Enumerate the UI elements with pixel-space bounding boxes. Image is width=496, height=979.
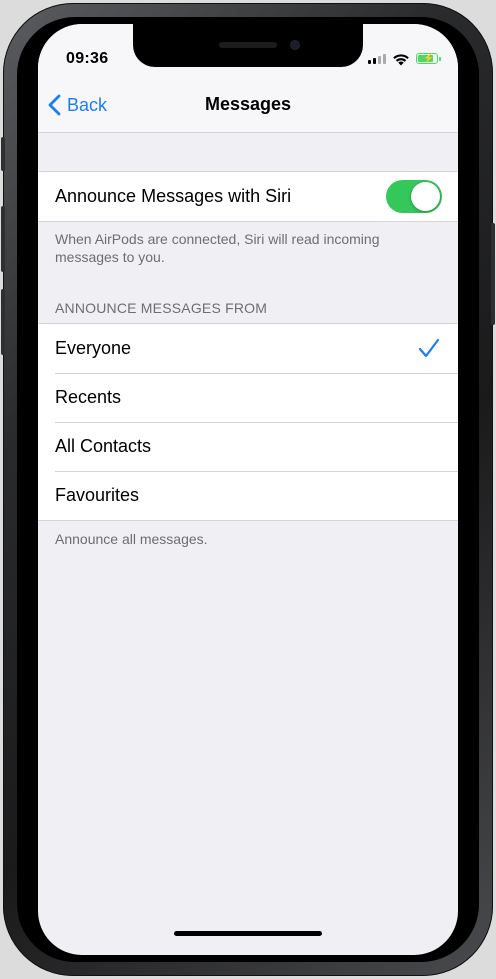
option-label: All Contacts bbox=[55, 436, 152, 456]
siri-footer-note: When AirPods are connected, Siri will re… bbox=[55, 231, 380, 265]
checkmark-icon bbox=[418, 338, 440, 358]
announce-siri-label: Announce Messages with Siri bbox=[55, 186, 292, 206]
power-button bbox=[491, 223, 495, 325]
volume-down-button bbox=[1, 289, 5, 355]
navigation-bar: Back Messages bbox=[38, 70, 458, 133]
status-time: 09:36 bbox=[66, 50, 109, 67]
speaker-grille bbox=[219, 42, 277, 48]
announce-siri-toggle[interactable] bbox=[386, 180, 442, 213]
option-recents[interactable]: Recents bbox=[38, 373, 458, 422]
home-indicator[interactable] bbox=[174, 931, 322, 936]
wifi-icon bbox=[393, 54, 409, 66]
battery-charging-icon: ⚡ bbox=[416, 53, 441, 64]
mute-switch bbox=[1, 137, 5, 171]
option-label: Favourites bbox=[55, 485, 140, 505]
option-favourites[interactable]: Favourites bbox=[38, 471, 458, 520]
announce-section-header: ANNOUNCE MESSAGES FROM bbox=[55, 300, 268, 316]
option-label: Everyone bbox=[55, 338, 132, 358]
screen: 09:36 ⚡ Back Messages Announce Messages … bbox=[38, 24, 458, 955]
volume-up-button bbox=[1, 206, 5, 272]
notch bbox=[133, 24, 363, 67]
siri-toggle-group: Announce Messages with Siri bbox=[38, 171, 458, 222]
announce-footer-note: Announce all messages. bbox=[55, 531, 208, 547]
page-title: Messages bbox=[204, 94, 292, 114]
front-camera bbox=[290, 40, 300, 50]
signal-icon bbox=[368, 54, 386, 64]
option-everyone[interactable]: Everyone bbox=[38, 324, 458, 373]
toggle-knob bbox=[411, 182, 440, 211]
announce-siri-row: Announce Messages with Siri bbox=[38, 172, 458, 221]
option-label: Recents bbox=[55, 387, 122, 407]
option-all-contacts[interactable]: All Contacts bbox=[38, 422, 458, 471]
announce-options-group: Everyone Recents All Contacts Favourites bbox=[38, 323, 458, 521]
